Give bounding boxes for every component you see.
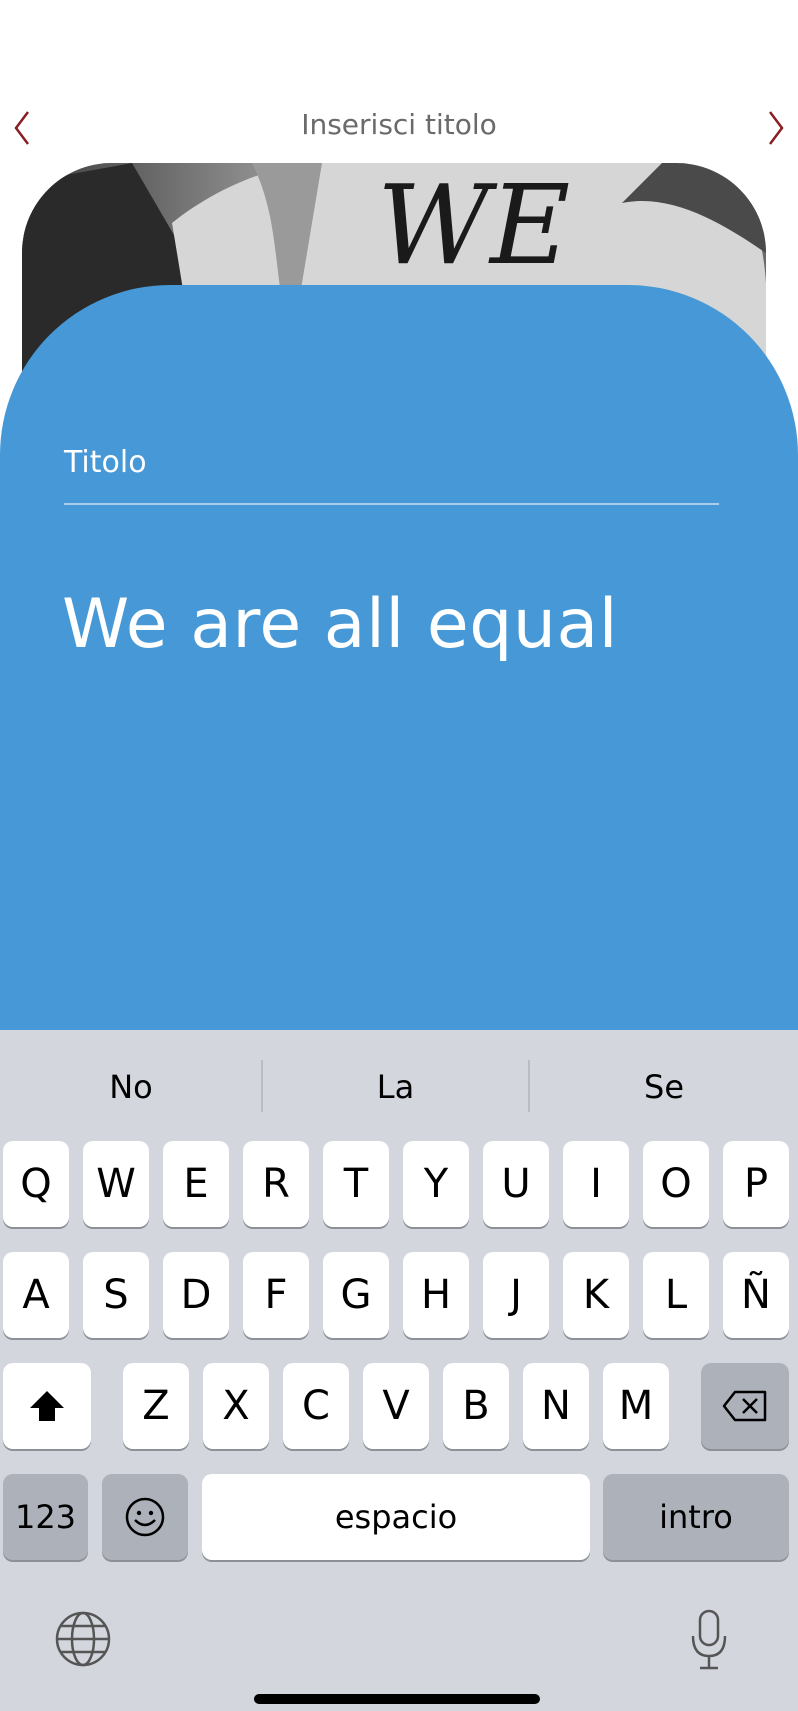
key-m[interactable]: M xyxy=(603,1363,669,1449)
backspace-icon xyxy=(722,1390,767,1422)
suggestion-item[interactable]: Se xyxy=(530,1068,798,1106)
svg-text:WE: WE xyxy=(377,163,570,289)
on-screen-keyboard: No La Se Q W E R T Y U I O P A S D F G H… xyxy=(0,1030,798,1711)
key-w[interactable]: W xyxy=(83,1141,149,1227)
key-e[interactable]: E xyxy=(163,1141,229,1227)
key-f[interactable]: F xyxy=(243,1252,309,1338)
key-j[interactable]: J xyxy=(483,1252,549,1338)
shift-key[interactable] xyxy=(3,1363,91,1449)
suggestion-item[interactable]: No xyxy=(0,1068,262,1106)
key-h[interactable]: H xyxy=(403,1252,469,1338)
title-field-divider xyxy=(64,503,719,505)
key-d[interactable]: D xyxy=(163,1252,229,1338)
key-k[interactable]: K xyxy=(563,1252,629,1338)
title-edit-panel xyxy=(0,285,798,1065)
numbers-key[interactable]: 123 xyxy=(3,1474,88,1560)
key-y[interactable]: Y xyxy=(403,1141,469,1227)
globe-icon[interactable] xyxy=(54,1610,112,1672)
key-t[interactable]: T xyxy=(323,1141,389,1227)
key-n-tilde[interactable]: Ñ xyxy=(723,1252,789,1338)
key-v[interactable]: V xyxy=(363,1363,429,1449)
next-arrow-icon[interactable] xyxy=(762,108,790,148)
key-s[interactable]: S xyxy=(83,1252,149,1338)
backspace-key[interactable] xyxy=(701,1363,789,1449)
key-p[interactable]: P xyxy=(723,1141,789,1227)
key-n[interactable]: N xyxy=(523,1363,589,1449)
header-bar: Inserisci titolo xyxy=(0,0,798,160)
key-z[interactable]: Z xyxy=(123,1363,189,1449)
emoji-icon xyxy=(125,1497,165,1537)
page-title: Inserisci titolo xyxy=(301,108,497,141)
key-o[interactable]: O xyxy=(643,1141,709,1227)
key-b[interactable]: B xyxy=(443,1363,509,1449)
home-indicator[interactable] xyxy=(254,1694,540,1704)
key-i[interactable]: I xyxy=(563,1141,629,1227)
suggestion-item[interactable]: La xyxy=(263,1068,528,1106)
key-c[interactable]: C xyxy=(283,1363,349,1449)
key-r[interactable]: R xyxy=(243,1141,309,1227)
key-x[interactable]: X xyxy=(203,1363,269,1449)
key-l[interactable]: L xyxy=(643,1252,709,1338)
emoji-key[interactable] xyxy=(102,1474,188,1560)
key-g[interactable]: G xyxy=(323,1252,389,1338)
title-input[interactable]: We are all equal xyxy=(62,585,618,664)
key-u[interactable]: U xyxy=(483,1141,549,1227)
enter-key[interactable]: intro xyxy=(603,1474,789,1560)
suggestion-bar: No La Se xyxy=(0,1030,798,1140)
space-key[interactable]: espacio xyxy=(202,1474,590,1560)
shift-arrow-icon xyxy=(30,1391,64,1421)
title-field-label: Titolo xyxy=(64,445,147,480)
key-a[interactable]: A xyxy=(3,1252,69,1338)
key-q[interactable]: Q xyxy=(3,1141,69,1227)
microphone-icon[interactable] xyxy=(688,1608,730,1676)
